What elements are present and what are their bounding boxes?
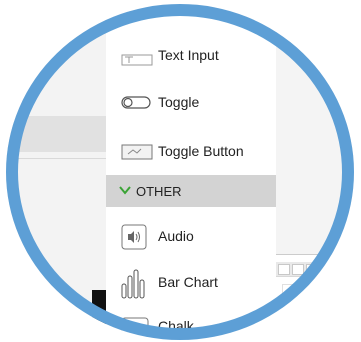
component-label: Toggle Button [158,143,244,159]
toolbar-button[interactable] [306,264,318,275]
component-label: Toggle [158,94,200,110]
magnified-screenshot: Text Input Toggle Toggle Button OTHER Au… [0,0,361,342]
section-header-other[interactable]: OTHER [106,175,276,207]
preview-content [282,284,354,340]
component-item-toggle-button[interactable]: Toggle Button [106,131,276,171]
canvas-area [276,4,354,340]
magnifier-lens: Text Input Toggle Toggle Button OTHER Au… [6,4,354,340]
left-sidebar [6,4,106,340]
component-item-chalk[interactable]: Chalk [106,306,276,340]
toolbar-button[interactable] [278,264,290,275]
component-label: Text Input [158,47,219,63]
component-item-bar-chart[interactable]: Bar Chart [106,262,276,302]
component-panel: Text Input Toggle Toggle Button OTHER Au… [106,4,277,340]
component-item-toggle[interactable]: Toggle [106,82,276,122]
preview-toolbar [276,262,354,277]
text-input-icon [114,35,154,75]
section-label: OTHER [136,183,182,199]
bar-chart-icon [114,262,154,302]
component-item-audio[interactable]: Audio [106,216,276,256]
audio-icon [114,216,154,256]
component-item-text-input[interactable]: Text Input [106,35,276,75]
toggle-button-icon [114,131,154,171]
component-label: Bar Chart [158,274,218,290]
toggle-icon [114,82,154,122]
divider [6,158,106,159]
dark-region [92,290,106,340]
component-label: Chalk [158,318,194,334]
selected-row[interactable] [6,116,106,152]
toolbar-button[interactable] [292,264,304,275]
chevron-down-icon[interactable] [118,183,132,197]
chalk-icon [114,306,154,340]
component-label: Audio [158,228,194,244]
